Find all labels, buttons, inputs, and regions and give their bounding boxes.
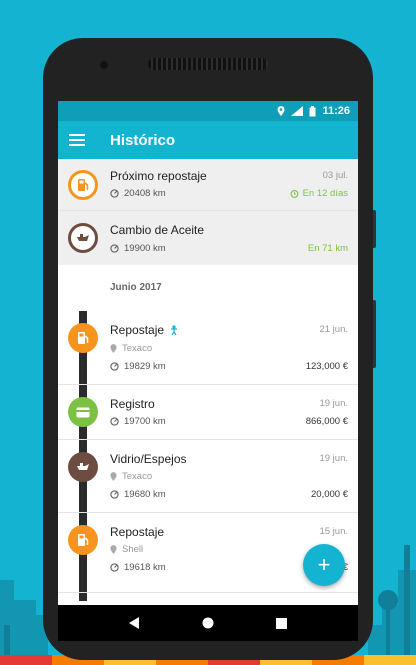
section-header: Junio 2017 [58,265,358,311]
item-odometer: 20408 km [124,188,166,199]
fuel-pump-icon [68,170,98,200]
app-screen: 11:26 Histórico Próximo repostaje 03 jul… [58,101,358,605]
remaining-line: En 12 días [290,188,348,199]
history-item[interactable]: Registro 19 jun. 19700 km 866,000 € [58,385,358,440]
item-title: Cambio de Aceite [110,223,205,237]
location-pin-icon [110,344,117,353]
item-amount: 866,000 € [305,416,348,427]
history-list[interactable]: Próximo repostaje 03 jul. 20408 km En 12… [58,159,358,601]
home-icon[interactable] [198,613,218,633]
odometer-line: 19900 km [110,243,166,254]
speedometer-icon [110,362,119,371]
android-nav-bar [58,605,358,641]
item-date: 19 jun. [319,398,348,409]
location-icon [277,106,285,116]
item-station: Texaco [122,471,153,482]
recents-icon[interactable] [271,613,291,633]
odometer-line: 19680 km [110,489,166,500]
item-date: 19 jun. [319,453,348,464]
volume-button[interactable] [373,210,376,248]
person-icon [171,325,178,335]
app-bar: Histórico [58,121,358,159]
odometer-line: 20408 km [110,188,166,199]
alarm-clock-icon [290,189,299,198]
speedometer-icon [110,563,119,572]
add-entry-button[interactable]: + [303,544,345,586]
fuel-pump-icon [68,525,98,555]
odometer-line: 19700 km [110,416,166,427]
front-camera [100,61,108,69]
speaker-grille [148,58,268,70]
item-amount: 20,000 € [311,489,348,500]
station-line: Texaco [110,471,152,482]
item-title: Repostaje [110,525,165,539]
card-icon [68,397,98,427]
station-line: Shell [110,544,143,555]
item-odometer: 19680 km [124,489,166,500]
oil-can-icon [68,223,98,253]
page-title: Histórico [110,131,176,149]
location-pin-icon [110,545,117,554]
item-odometer: 19618 km [124,562,166,573]
oil-can-icon [68,452,98,482]
odometer-line: 19618 km [110,562,166,573]
item-remaining: En 12 días [302,188,348,199]
signal-icon [291,106,304,116]
status-bar: 11:26 [58,101,358,121]
item-date: 15 jun. [319,526,348,537]
item-station: Shell [122,544,144,555]
speedometer-icon [110,244,119,253]
station-line: Texaco [110,343,152,354]
hamburger-menu-icon[interactable] [58,134,96,146]
item-date: 21 jun. [319,324,348,335]
item-title: Próximo repostaje [110,169,207,183]
location-pin-icon [110,472,117,481]
odometer-line: 19829 km [110,361,166,372]
power-button[interactable] [373,300,376,368]
speedometer-icon [110,417,119,426]
item-title-line: Repostaje [110,323,178,337]
history-item[interactable]: Repostaje 21 jun. Texaco 19829 km 123,00… [58,311,358,385]
item-station: Texaco [122,343,153,354]
history-item[interactable]: Vidrio/Espejos 19 jun. Texaco 19680 km 2… [58,440,358,513]
item-odometer: 19829 km [124,361,166,372]
item-odometer: 19700 km [124,416,166,427]
item-title: Repostaje [110,323,165,337]
fuel-pump-icon [68,323,98,353]
phone-frame: 11:26 Histórico Próximo repostaje 03 jul… [43,38,376,660]
speedometer-icon [110,189,119,198]
item-amount: 123,000 € [305,361,348,372]
item-odometer: 19900 km [124,243,166,254]
item-title: Vidrio/Espejos [110,452,187,466]
speedometer-icon [110,490,119,499]
item-title: Registro [110,397,155,411]
upcoming-item-oil[interactable]: Cambio de Aceite 19900 km En 71 km [58,211,358,265]
back-icon[interactable] [125,613,145,633]
upcoming-item-fuel[interactable]: Próximo repostaje 03 jul. 20408 km En 12… [58,159,358,211]
item-remaining: En 71 km [307,243,348,254]
battery-icon [309,105,316,116]
status-time: 11:26 [322,105,350,117]
item-date: 03 jul. [322,170,348,181]
